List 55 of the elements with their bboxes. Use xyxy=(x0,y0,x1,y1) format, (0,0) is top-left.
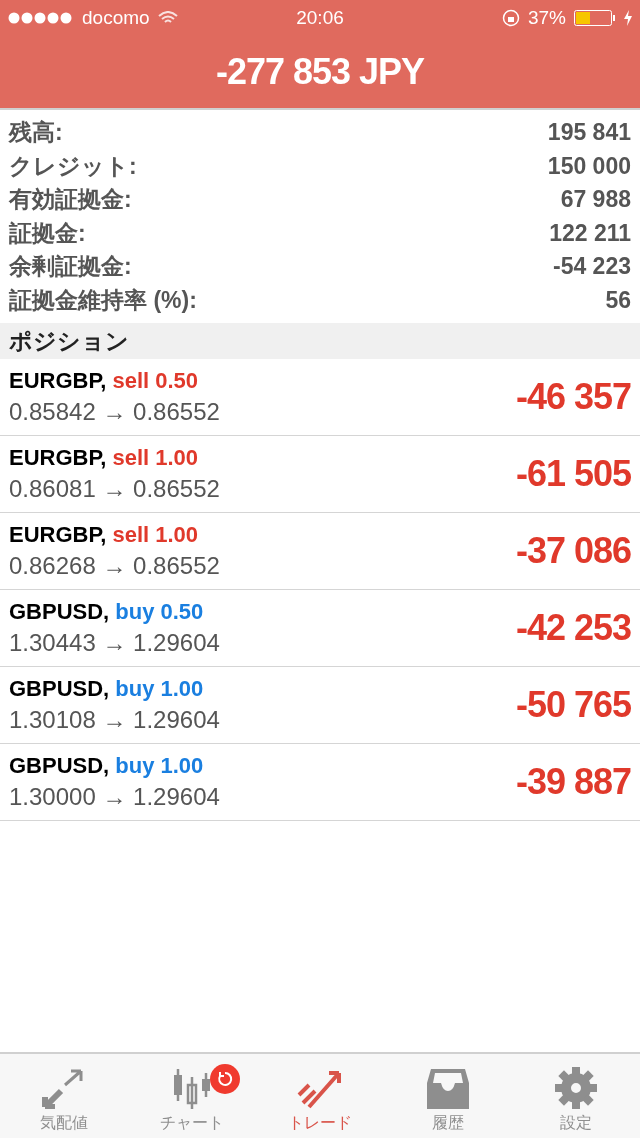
position-row[interactable]: EURGBP, sell 1.00 0.86268 → 0.86552 -37 086 xyxy=(0,513,640,590)
symbol: EURGBP, xyxy=(9,368,107,394)
position-profit: -50 765 xyxy=(515,684,631,726)
order-type: sell 1.00 xyxy=(112,522,199,548)
order-type: buy 1.00 xyxy=(115,753,204,779)
summary-value: 150 000 xyxy=(547,152,631,180)
order-type: sell 1.00 xyxy=(112,445,199,471)
candlestick-icon xyxy=(172,1067,212,1109)
signal-icon xyxy=(8,12,74,24)
summary-label: 証拠金: xyxy=(9,218,86,248)
summary-value: -54 223 xyxy=(553,253,631,281)
summary-label: 余剰証拠金: xyxy=(9,252,132,282)
inbox-icon xyxy=(427,1069,469,1109)
summary-value: 195 841 xyxy=(547,119,631,147)
tab[interactable]: トレード xyxy=(256,1054,384,1138)
total-profit: -277 853 JPY xyxy=(215,51,425,93)
charging-icon xyxy=(624,10,632,26)
section-header: ポジション xyxy=(0,323,640,359)
symbol: EURGBP, xyxy=(9,445,107,471)
position-profit: -39 887 xyxy=(515,761,631,803)
position-row[interactable]: GBPUSD, buy 1.00 1.30000 → 1.29604 -39 887 xyxy=(0,744,640,821)
order-type: sell 0.50 xyxy=(112,368,199,394)
symbol: EURGBP, xyxy=(9,522,107,548)
summary-label: 証拠金維持率 (%): xyxy=(9,285,197,315)
summary-label: クレジット: xyxy=(9,151,137,181)
price-range: 1.30000 → 1.29604 xyxy=(9,783,220,811)
order-type: buy 0.50 xyxy=(115,599,204,625)
symbol: GBPUSD, xyxy=(9,599,110,625)
summary-label: 有効証拠金: xyxy=(9,185,132,215)
price-range: 0.85842 → 0.86552 xyxy=(9,398,220,426)
summary-value: 122 211 xyxy=(549,219,631,247)
price-range: 1.30108 → 1.29604 xyxy=(9,706,220,734)
battery-percent: 37% xyxy=(527,7,566,29)
summary-value: 67 988 xyxy=(560,186,631,214)
position-row[interactable]: GBPUSD, buy 1.00 1.30108 → 1.29604 -50 765 xyxy=(0,667,640,744)
symbol: GBPUSD, xyxy=(9,753,110,779)
clock-time: 20:06 xyxy=(296,7,344,29)
position-profit: -46 357 xyxy=(515,376,631,418)
position-row[interactable]: EURGBP, sell 0.50 0.85842 → 0.86552 -46 357 xyxy=(0,359,640,436)
rotation-lock-icon xyxy=(501,9,520,27)
order-type: buy 1.00 xyxy=(115,676,204,702)
symbol: GBPUSD, xyxy=(9,676,110,702)
summary-value: 56 xyxy=(605,286,631,314)
position-profit: -61 505 xyxy=(515,453,631,495)
position-row[interactable]: EURGBP, sell 1.00 0.86081 → 0.86552 -61 505 xyxy=(0,436,640,513)
position-profit: -37 086 xyxy=(515,530,631,572)
battery-icon xyxy=(574,10,616,26)
position-row[interactable]: GBPUSD, buy 0.50 1.30443 → 1.29604 -42 253 xyxy=(0,590,640,667)
carrier-name: docomo xyxy=(82,7,150,29)
price-range: 0.86268 → 0.86552 xyxy=(9,552,220,580)
price-range: 1.30443 → 1.29604 xyxy=(9,629,220,657)
price-range: 0.86081 → 0.86552 xyxy=(9,475,220,503)
summary-label: 残高: xyxy=(9,118,63,148)
position-profit: -42 253 xyxy=(515,607,631,649)
settings-icon xyxy=(555,1067,597,1109)
